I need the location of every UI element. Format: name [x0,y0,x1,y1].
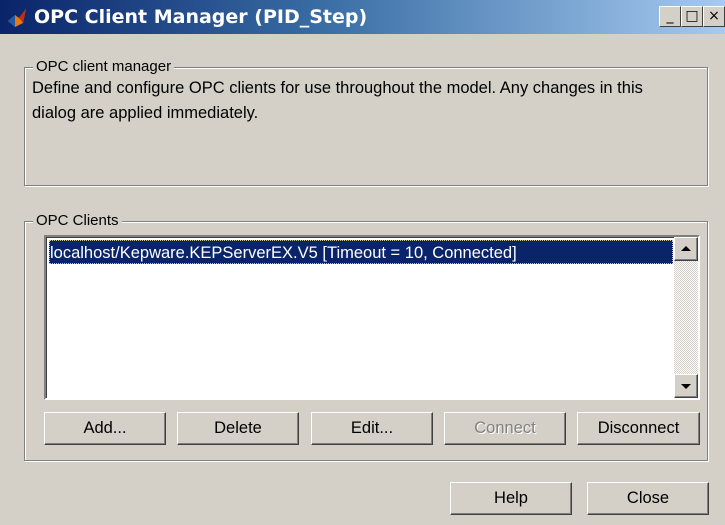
minimize-button[interactable]: _ [659,6,681,27]
add-button[interactable]: Add... [44,412,166,445]
window-title: OPC Client Manager (PID_Step) [34,6,368,28]
maximize-button[interactable]: □ [681,6,703,27]
delete-button[interactable]: Delete [177,412,299,445]
opc-manager-group-label: OPC client manager [33,57,175,77]
connect-button[interactable]: Connect [444,412,566,445]
manager-description: Define and configure OPC clients for use… [32,79,643,122]
list-item[interactable]: localhost/Kepware.KEPServerEX.V5 [Timeou… [49,240,673,264]
arrow-up-icon [681,246,691,251]
scroll-up-button[interactable] [674,237,698,261]
help-button[interactable]: Help [450,482,572,515]
vertical-scrollbar[interactable] [674,237,698,398]
disconnect-button[interactable]: Disconnect [577,412,700,445]
close-button[interactable]: Close [587,482,709,515]
title-bar[interactable]: OPC Client Manager (PID_Step) _ □ × [0,0,725,34]
close-window-button[interactable]: × [703,6,725,27]
clients-listbox[interactable]: localhost/Kepware.KEPServerEX.V5 [Timeou… [44,235,700,400]
edit-button[interactable]: Edit... [311,412,433,445]
arrow-down-icon [681,384,691,389]
scroll-down-button[interactable] [674,374,698,398]
matlab-icon [8,9,26,27]
opc-clients-group-label: OPC Clients [33,211,122,231]
